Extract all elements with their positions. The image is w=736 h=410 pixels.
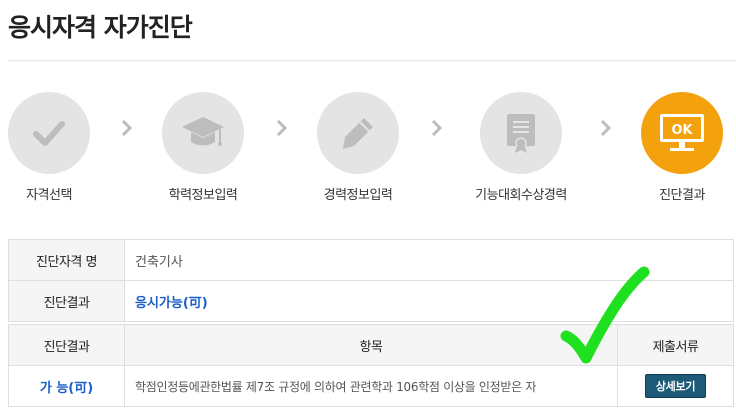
step-circle bbox=[162, 92, 244, 174]
page-title: 응시자격 자가진단 bbox=[8, 13, 193, 42]
diagnosis-result-table: 진단자격 명 건축기사 진단결과 응시가능(可) 진단결과 항목 제출서류 가 … bbox=[8, 239, 734, 407]
monitor-ok-icon: OK bbox=[660, 114, 704, 151]
qualification-name-value: 건축기사 bbox=[124, 239, 734, 281]
view-details-button[interactable]: 상세보기 bbox=[644, 374, 707, 398]
row-item-text: 학점인정등에관한법률 제7조 규정에 의하여 관련학과 106학점 이상을 인정… bbox=[124, 365, 618, 407]
step-career-input: 경력정보입력 bbox=[298, 92, 418, 203]
chevron-right-icon bbox=[276, 119, 288, 137]
title-divider bbox=[8, 60, 736, 61]
row-result-value: 가 능(可) bbox=[8, 365, 125, 407]
column-header-documents: 제출서류 bbox=[617, 324, 734, 366]
step-label: 기능대회수상경력 bbox=[475, 188, 567, 203]
ok-badge-text: OK bbox=[671, 123, 693, 138]
column-header-item: 항목 bbox=[124, 324, 618, 366]
chevron-right-icon bbox=[121, 119, 133, 137]
table-header-row: 진단결과 항목 제출서류 bbox=[8, 324, 734, 366]
step-qualification-select: 자격선택 bbox=[0, 92, 109, 203]
table-row: 가 능(可) 학점인정등에관한법률 제7조 규정에 의하여 관련학과 106학점… bbox=[8, 365, 734, 407]
step-label: 진단결과 bbox=[659, 188, 705, 203]
step-diagnosis-result: OK 진단결과 bbox=[622, 92, 736, 203]
certificate-icon bbox=[507, 114, 535, 153]
step-label: 학력정보입력 bbox=[168, 188, 238, 203]
column-header-result: 진단결과 bbox=[8, 324, 125, 366]
step-circle-active: OK bbox=[641, 92, 723, 174]
graduation-cap-icon bbox=[182, 117, 224, 146]
check-icon bbox=[33, 121, 65, 146]
step-circle bbox=[8, 92, 90, 174]
step-education-input: 학력정보입력 bbox=[143, 92, 263, 203]
step-circle bbox=[480, 92, 562, 174]
table-row: 진단결과 응시가능(可) bbox=[8, 280, 734, 322]
table-row: 진단자격 명 건축기사 bbox=[8, 239, 734, 281]
step-label: 자격선택 bbox=[26, 188, 72, 203]
diagnosis-result-value: 응시가능(可) bbox=[124, 280, 734, 322]
chevron-right-icon bbox=[600, 119, 612, 137]
step-label: 경력정보입력 bbox=[323, 188, 393, 203]
pencil-icon bbox=[343, 118, 373, 149]
chevron-right-icon bbox=[431, 119, 443, 137]
qualification-name-label: 진단자격 명 bbox=[8, 239, 125, 281]
diagnosis-result-label: 진단결과 bbox=[8, 280, 125, 322]
step-competition-award: 기능대회수상경력 bbox=[461, 92, 581, 203]
step-circle bbox=[317, 92, 399, 174]
